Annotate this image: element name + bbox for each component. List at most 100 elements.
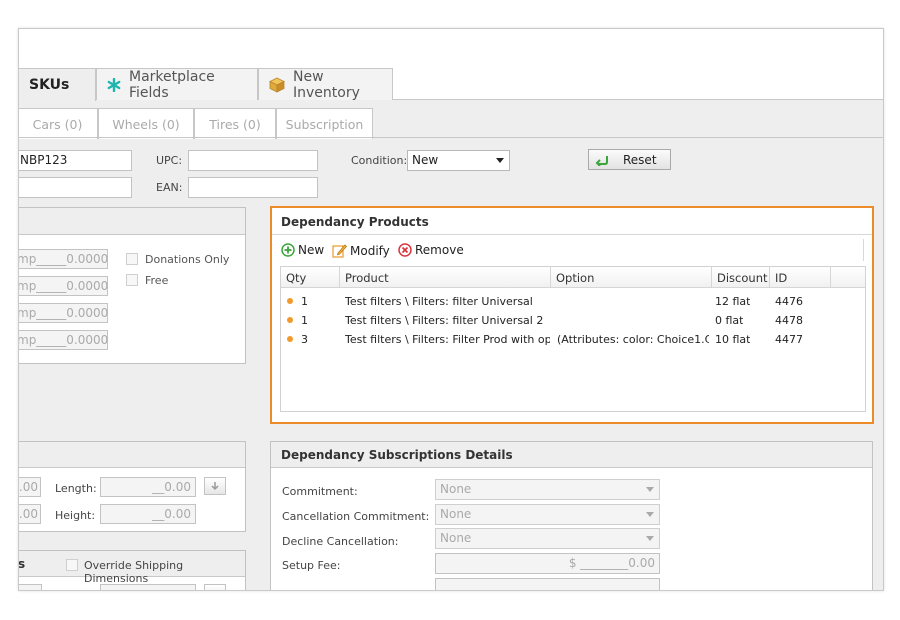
row-id: 4478 [775,314,803,327]
setup-fee-input[interactable]: $ ________0.00 [435,553,660,574]
new-button-label: New [298,243,325,257]
remove-circle-icon [398,243,412,257]
condition-value: New [412,153,439,167]
subscriptions-panel: Dependancy Subscriptions Details Commitm… [270,441,873,590]
app-window: SKUs Marketplace Fields New Inventory Ca… [18,28,884,591]
reset-button[interactable]: Reset [588,149,671,170]
tab-new-inventory[interactable]: New Inventory [258,68,393,101]
dependancy-products-panel: Dependancy Products New Modify Remove Qt… [270,206,874,424]
cancellation-commitment-value: None [440,507,472,521]
donations-only-checkbox[interactable] [126,253,138,265]
row-qty: 1 [301,314,308,327]
row-id: 4476 [775,295,803,308]
tab-marketplace-fields-label: Marketplace Fields [129,68,215,101]
undo-arrow-icon [595,154,609,166]
cancellation-commitment-select[interactable]: None [435,504,660,525]
tab-marketplace-fields[interactable]: Marketplace Fields [96,68,258,101]
grid-header: Qty Product Option Discount ID [281,267,865,288]
row-qty: 1 [301,295,308,308]
chevron-down-icon [496,158,504,163]
subtab-tires[interactable]: Tires (0) [194,108,276,139]
row-discount: 12 flat [715,295,751,308]
subscriptions-panel-header: Dependancy Subscriptions Details [271,442,872,468]
row-bullet-icon [287,317,293,323]
subtab-wheels-label: Wheels (0) [112,116,180,132]
panel-divider [272,234,872,235]
condition-label: Condition: [351,154,408,167]
row-discount: 0 flat [715,314,744,327]
table-row[interactable]: 3 Test filters \ Filters: Filter Prod wi… [281,330,865,349]
width-input[interactable]: .00 [19,504,41,524]
sku-input[interactable]: NBP123 [19,150,132,171]
row-product: Test filters \ Filters: Filter Prod with… [345,333,550,346]
decline-cancellation-select[interactable]: None [435,528,660,549]
ean-label: EAN: [156,181,183,194]
new-button[interactable]: New [281,243,324,257]
commitment-select[interactable]: None [435,479,660,500]
column-filler [831,267,865,288]
remove-button[interactable]: Remove [398,243,464,257]
row-discount: 10 flat [715,333,751,346]
ean-input[interactable] [188,177,318,198]
dependancy-products-grid: Qty Product Option Discount ID 1 Test fi… [280,266,866,412]
height-input[interactable]: __0.00 [100,504,196,524]
override-shipping-label: Override Shipping Dimensions [84,559,184,585]
length-label: Length: [55,482,97,495]
upc-input[interactable] [188,150,318,171]
remove-button-label: Remove [415,243,464,257]
override-shipping-checkbox[interactable] [66,559,78,571]
condition-select[interactable]: New [407,150,510,171]
termination-fee-input[interactable] [435,578,660,590]
dimension-spin-button[interactable] [204,477,226,495]
subtab-subscription[interactable]: Subscription [276,108,373,139]
asterisk-icon [107,77,121,92]
shipping-spin-button[interactable] [204,584,226,590]
cancellation-commitment-label: Cancellation Commitment: [282,510,430,523]
tab-skus[interactable]: SKUs [19,68,96,101]
tab-skus-label: SKUs [29,77,70,93]
dimensions-panel: .00 .00 Length: __0.00 Height: __0.00 [19,441,246,532]
row-product: Test filters \ Filters: filter Universal… [345,314,544,327]
commitment-label: Commitment: [282,485,358,498]
tab-bar: SKUs Marketplace Fields New Inventory [19,29,883,101]
length-input[interactable]: __0.00 [100,477,196,497]
donations-only-label: Donations Only [145,253,230,266]
price-input-1[interactable]: mp_____0.0000 [19,249,108,269]
subtab-divider [19,137,883,138]
row-bullet-icon [287,336,293,342]
sku-secondary-input[interactable] [19,177,132,198]
row-product: Test filters \ Filters: filter Universal [345,295,533,308]
upc-label: UPC: [156,154,183,167]
column-product[interactable]: Product [340,267,551,288]
chevron-down-icon [646,536,654,541]
shipping-input-1[interactable] [19,584,42,590]
chevron-down-icon [646,512,654,517]
shipping-input-2[interactable] [100,584,196,590]
free-checkbox[interactable] [126,274,138,286]
column-option[interactable]: Option [551,267,712,288]
subtab-cars[interactable]: Cars (0) [19,108,98,139]
subtab-wheels[interactable]: Wheels (0) [98,108,194,139]
toolbar-edge [863,239,864,261]
subtab-subscription-label: Subscription [285,116,364,132]
chevron-down-icon [646,487,654,492]
height-label: Height: [55,509,96,522]
reset-button-label: Reset [623,152,657,167]
decline-cancellation-label: Decline Cancellation: [282,535,399,548]
price-input-3[interactable]: mp_____0.0000 [19,303,108,323]
subscriptions-panel-title: Dependancy Subscriptions Details [281,448,513,462]
free-label: Free [145,274,169,287]
price-input-4[interactable]: mp_____0.0000 [19,330,108,350]
dependancy-products-title: Dependancy Products [281,215,429,229]
table-row[interactable]: 1 Test filters \ Filters: filter Univers… [281,292,865,311]
row-option: (Attributes: color: Choice1.C... [557,333,709,346]
decline-cancellation-value: None [440,531,472,545]
modify-button[interactable]: Modify [332,243,390,258]
weight-input[interactable]: .00 [19,477,41,497]
column-id[interactable]: ID [770,267,831,288]
column-qty[interactable]: Qty [281,267,340,288]
column-discount[interactable]: Discount [712,267,770,288]
table-row[interactable]: 1 Test filters \ Filters: filter Univers… [281,311,865,330]
pricing-panel-header [19,208,245,235]
price-input-2[interactable]: mp_____0.0000 [19,276,108,296]
